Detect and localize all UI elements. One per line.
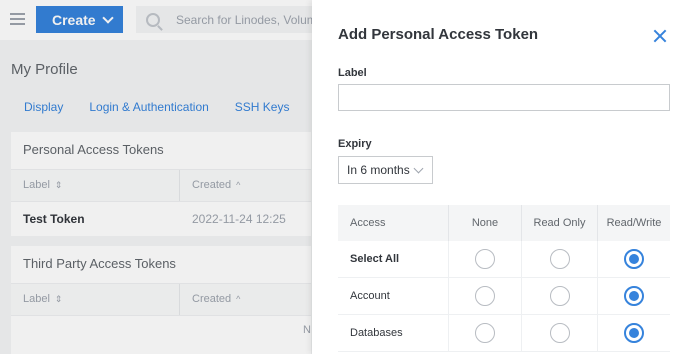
radio-read-write[interactable] [624, 249, 644, 269]
permission-row-account: Account [338, 278, 670, 315]
expiry-select[interactable]: In 6 months [338, 156, 433, 184]
radio-none[interactable] [475, 323, 495, 343]
drawer-title: Add Personal Access Token [338, 26, 539, 43]
backdrop-overlay[interactable] [0, 0, 312, 354]
column-header-read-write: Read/Write [597, 205, 670, 241]
permissions-table: Access None Read Only Read/Write Select … [338, 205, 670, 352]
radio-read-only[interactable] [549, 286, 570, 306]
permission-row-select-all: Select All [338, 241, 670, 278]
permission-name: Databases [350, 327, 403, 339]
close-icon[interactable] [652, 28, 668, 44]
radio-none[interactable] [475, 249, 495, 269]
radio-none[interactable] [475, 286, 495, 306]
permissions-header: Access None Read Only Read/Write [338, 205, 670, 241]
label-input[interactable] [338, 84, 670, 111]
column-header-read-only: Read Only [521, 205, 597, 241]
radio-read-write[interactable] [624, 286, 644, 306]
permission-row-databases: Databases [338, 315, 670, 352]
chevron-down-icon [413, 163, 424, 174]
expiry-value: In 6 months [347, 163, 410, 177]
expiry-field-label: Expiry [338, 138, 372, 150]
column-header-access: Access [350, 217, 386, 229]
radio-read-only[interactable] [549, 249, 570, 269]
column-header-none: None [448, 205, 521, 241]
radio-read-write[interactable] [624, 323, 644, 343]
label-field-label: Label [338, 67, 367, 79]
add-token-drawer: Add Personal Access Token Label Expiry I… [312, 0, 694, 354]
radio-read-only[interactable] [549, 323, 570, 343]
permission-name: Account [350, 290, 390, 302]
permission-name: Select All [350, 253, 400, 265]
